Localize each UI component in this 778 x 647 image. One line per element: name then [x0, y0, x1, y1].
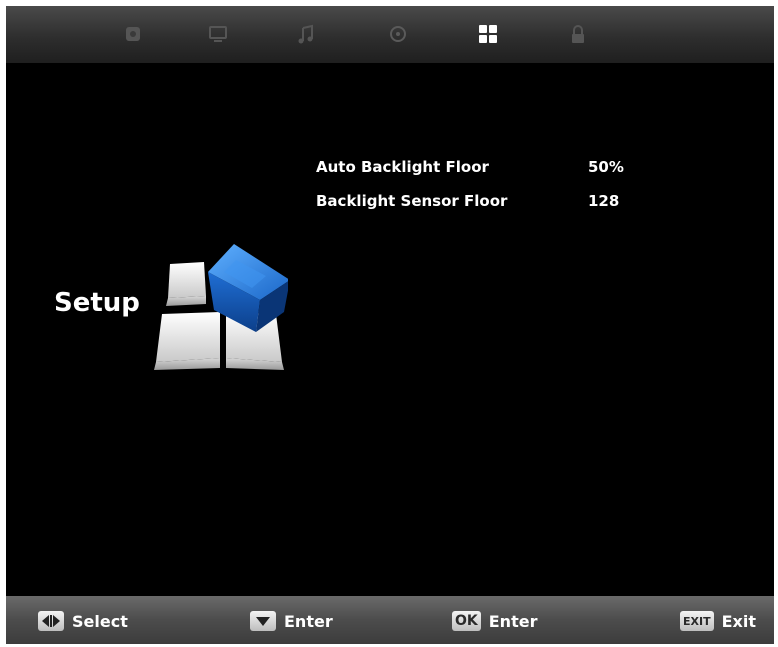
- music-note-icon: [298, 24, 313, 44]
- hint-label: Enter: [488, 611, 538, 631]
- hint-label: Exit: [721, 611, 756, 631]
- hint-enter-ok: OK Enter: [452, 610, 537, 632]
- exit-key-label: EXIT: [683, 614, 711, 628]
- ok-key-icon: OK: [452, 611, 481, 631]
- bottom-hint-bar: Select Enter OK Enter EXIT Exit: [6, 596, 774, 644]
- left-right-arrows-icon: [38, 611, 64, 631]
- clock-icon: [390, 26, 406, 42]
- hint-exit: EXIT Exit: [680, 610, 756, 632]
- menu-title: Setup: [54, 288, 140, 318]
- setup-grid-icon: [479, 25, 497, 43]
- menu-item-label: Auto Backlight Floor: [316, 158, 489, 176]
- tab-lock[interactable]: [563, 19, 593, 49]
- hint-enter-down: Enter: [250, 610, 333, 632]
- menu-item-value: 50%: [588, 158, 624, 176]
- menu-item-auto-backlight-floor[interactable]: Auto Backlight Floor 50%: [316, 153, 646, 183]
- setup-cube-icon: [154, 244, 288, 370]
- top-tab-bar: [6, 6, 774, 63]
- down-arrow-icon: [250, 611, 276, 631]
- menu-item-label: Backlight Sensor Floor: [316, 192, 508, 210]
- exit-key-icon: EXIT: [680, 611, 714, 631]
- hint-label: Select: [72, 611, 128, 631]
- monitor-icon: [209, 26, 227, 42]
- tab-setup[interactable]: [473, 19, 503, 49]
- tab-audio[interactable]: [291, 19, 321, 49]
- hint-select: Select: [38, 610, 128, 632]
- ok-key-label: OK: [455, 613, 478, 629]
- tab-time[interactable]: [383, 19, 413, 49]
- picture-icon: [126, 27, 140, 41]
- menu-item-backlight-sensor-floor[interactable]: Backlight Sensor Floor 128: [316, 187, 646, 217]
- menu-item-value: 128: [588, 192, 620, 210]
- tab-picture[interactable]: [118, 19, 148, 49]
- lock-icon: [572, 25, 584, 43]
- tv-menu-screen: Setup Auto Backlight Floor 50% Backlight…: [6, 6, 774, 644]
- tab-screen[interactable]: [203, 19, 233, 49]
- hint-label: Enter: [284, 611, 333, 631]
